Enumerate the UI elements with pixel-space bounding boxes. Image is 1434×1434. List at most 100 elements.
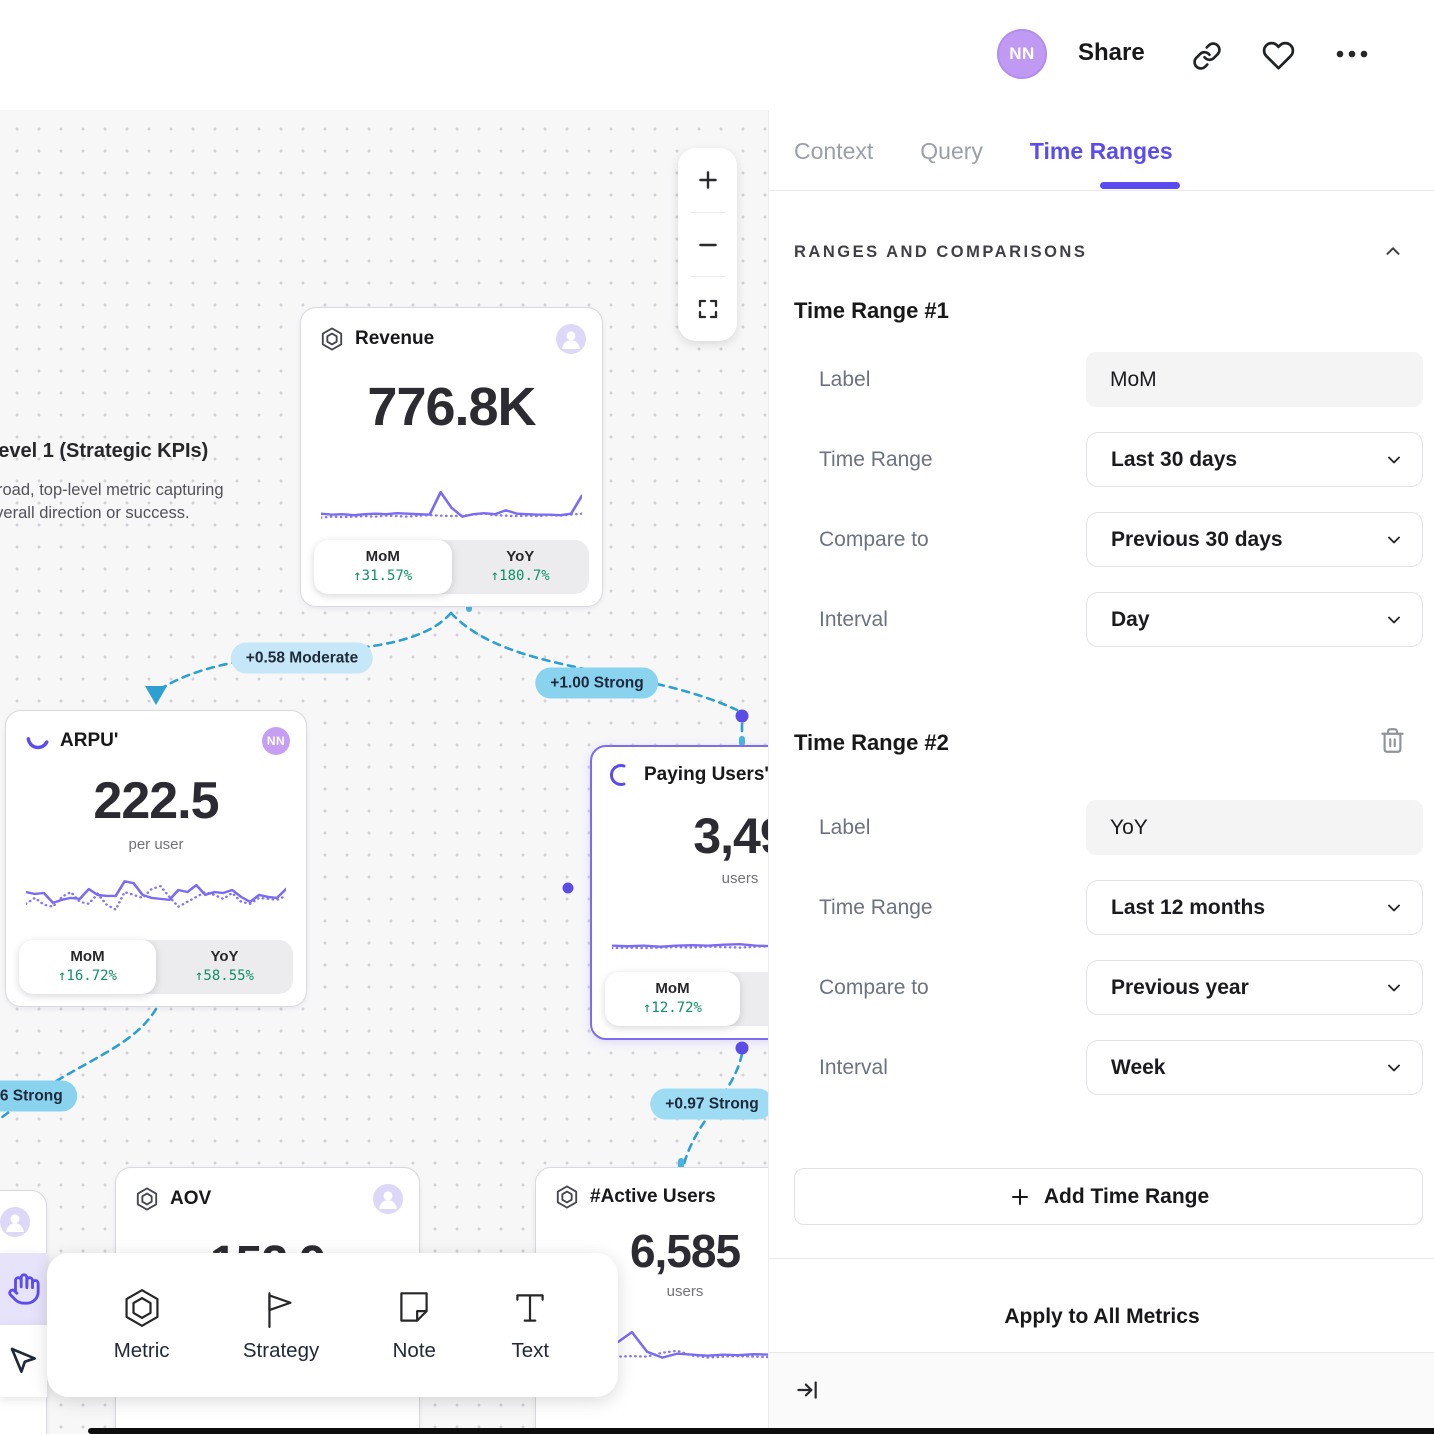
edge-arrowhead xyxy=(145,686,167,705)
label-input[interactable] xyxy=(1086,352,1423,407)
user-avatar[interactable]: NN xyxy=(997,29,1047,79)
note-title: Level 1 (Strategic KPIs) xyxy=(0,440,236,463)
zoom-out-button[interactable] xyxy=(678,213,737,277)
plus-icon xyxy=(1008,1185,1032,1209)
connection-handle[interactable] xyxy=(563,883,574,894)
metric-card-paying-users[interactable]: Paying Users' 3,49 users MoM ↑12.72% xyxy=(590,745,768,1040)
field-row-interval: Interval Day xyxy=(819,592,1423,647)
panel-footer xyxy=(769,1353,1434,1434)
field-row-compare-to: Compare to Previous 30 days xyxy=(819,512,1423,567)
plus-icon xyxy=(695,167,721,193)
yoy-pill[interactable]: YoY ↑58.55% xyxy=(156,940,293,994)
canvas-note-level1[interactable]: Level 1 (Strategic KPIs) Broad, top-leve… xyxy=(0,440,236,525)
copy-link-button[interactable] xyxy=(1192,41,1222,71)
card-title: #Active Users xyxy=(590,1186,716,1208)
interval-select[interactable]: Week xyxy=(1086,1040,1423,1095)
share-button[interactable]: Share xyxy=(1078,39,1145,67)
sparkline-chart xyxy=(612,901,768,957)
crescent-icon xyxy=(610,763,634,787)
cursor-icon xyxy=(8,1345,40,1377)
sparkline-chart xyxy=(321,470,582,526)
tool-text[interactable]: Text xyxy=(509,1287,551,1363)
arc-loading-icon xyxy=(24,728,50,754)
metric-unit: users xyxy=(592,870,768,887)
mom-delta: ↑31.57% xyxy=(314,568,452,584)
settings-panel: Context Query Time Ranges RANGES AND COM… xyxy=(768,110,1434,1434)
delete-time-range-button[interactable] xyxy=(1379,727,1406,754)
yoy-pill[interactable] xyxy=(740,972,768,1026)
field-row-label: Label xyxy=(819,352,1423,407)
fit-view-button[interactable] xyxy=(678,277,737,341)
more-icon xyxy=(1334,48,1370,60)
hexagon-metric-icon xyxy=(134,1186,160,1212)
time-range-select[interactable]: Last 30 days xyxy=(1086,432,1423,487)
tab-time-ranges[interactable]: Time Ranges xyxy=(1030,138,1173,165)
select-tool-button[interactable] xyxy=(0,1325,47,1397)
time-range-select[interactable]: Last 12 months xyxy=(1086,880,1423,935)
hexagon-metric-icon xyxy=(554,1184,580,1210)
add-time-range-button[interactable]: Add Time Range xyxy=(794,1168,1423,1225)
apply-to-all-metrics-button[interactable]: Apply to All Metrics xyxy=(769,1295,1434,1339)
yoy-pill[interactable]: YoY ↑180.7% xyxy=(452,540,590,594)
tool-strategy[interactable]: Strategy xyxy=(243,1287,319,1363)
active-tab-indicator xyxy=(1100,182,1180,189)
tab-query[interactable]: Query xyxy=(920,138,983,165)
metric-value: 776.8K xyxy=(301,376,602,438)
mom-pill[interactable]: MoM ↑31.57% xyxy=(314,540,452,594)
metric-card-arpu[interactable]: ARPU' NN 222.5 per user MoM ↑16.72% YoY … xyxy=(5,710,307,1007)
metric-card-revenue[interactable]: Revenue 776.8K MoM ↑31.57% YoY ↑180.7% xyxy=(300,307,603,607)
card-title: Paying Users' xyxy=(644,764,768,786)
chevron-down-icon xyxy=(1384,610,1404,630)
correlation-badge[interactable]: 66 Strong xyxy=(0,1081,78,1112)
compare-to-select[interactable]: Previous year xyxy=(1086,960,1423,1015)
canvas-zoom-controls xyxy=(678,148,737,341)
connection-handle[interactable] xyxy=(736,710,749,723)
correlation-badge[interactable]: +0.97 Strong xyxy=(650,1089,768,1120)
field-row-interval: Interval Week xyxy=(819,1040,1423,1095)
correlation-badge[interactable]: +0.58 Moderate xyxy=(231,643,373,674)
metric-value: 222.5 xyxy=(6,771,306,831)
field-row-time-range: Time Range Last 12 months xyxy=(819,880,1423,935)
tool-note[interactable]: Note xyxy=(393,1287,436,1363)
collapse-panel-button[interactable] xyxy=(794,1377,820,1403)
yoy-delta: ↑58.55% xyxy=(156,968,293,984)
mom-pill[interactable]: MoM ↑16.72% xyxy=(19,940,156,994)
section-header[interactable]: RANGES AND COMPARISONS xyxy=(794,241,1404,263)
link-icon xyxy=(1192,41,1222,71)
field-row-label: Label xyxy=(819,800,1423,855)
tab-context[interactable]: Context xyxy=(794,138,873,165)
window-bottom-edge xyxy=(88,1428,1434,1434)
hand-tool-button[interactable] xyxy=(0,1253,47,1325)
tool-metric[interactable]: Metric xyxy=(114,1287,170,1363)
metric-tree-canvas[interactable]: +0.58 Moderate +1.00 Strong 66 Strong +0… xyxy=(0,110,768,1434)
metric-unit: per user xyxy=(6,836,306,853)
collaborator-badge: NN xyxy=(262,727,290,755)
more-menu-button[interactable] xyxy=(1334,48,1370,60)
owner-avatar-icon xyxy=(373,1184,403,1214)
chevron-down-icon xyxy=(1384,1058,1404,1078)
chevron-up-icon[interactable] xyxy=(1382,241,1404,263)
connection-handle[interactable] xyxy=(736,1042,749,1055)
card-title: ARPU' xyxy=(60,730,118,752)
interval-select[interactable]: Day xyxy=(1086,592,1423,647)
tool-mode-strip xyxy=(0,1253,47,1397)
trash-icon xyxy=(1379,727,1406,754)
favorite-button[interactable] xyxy=(1262,39,1295,72)
chevron-down-icon xyxy=(1384,978,1404,998)
card-title: AOV xyxy=(170,1188,211,1210)
comparison-toggle: MoM ↑16.72% YoY ↑58.55% xyxy=(19,940,293,994)
chevron-down-icon xyxy=(1384,898,1404,918)
zoom-in-button[interactable] xyxy=(678,148,737,212)
time-range-1-title: Time Range #1 xyxy=(794,298,949,324)
owner-avatar-icon xyxy=(556,324,586,354)
flag-icon xyxy=(260,1287,302,1329)
correlation-badge[interactable]: +1.00 Strong xyxy=(535,668,658,699)
label-input[interactable] xyxy=(1086,800,1423,855)
mom-pill[interactable]: MoM ↑12.72% xyxy=(605,972,740,1026)
compare-to-select[interactable]: Previous 30 days xyxy=(1086,512,1423,567)
panel-tabs: Context Query Time Ranges xyxy=(794,138,1173,165)
sparkline-chart xyxy=(26,865,286,921)
minus-icon xyxy=(695,232,721,258)
field-row-compare-to: Compare to Previous year xyxy=(819,960,1423,1015)
chevron-down-icon xyxy=(1384,450,1404,470)
